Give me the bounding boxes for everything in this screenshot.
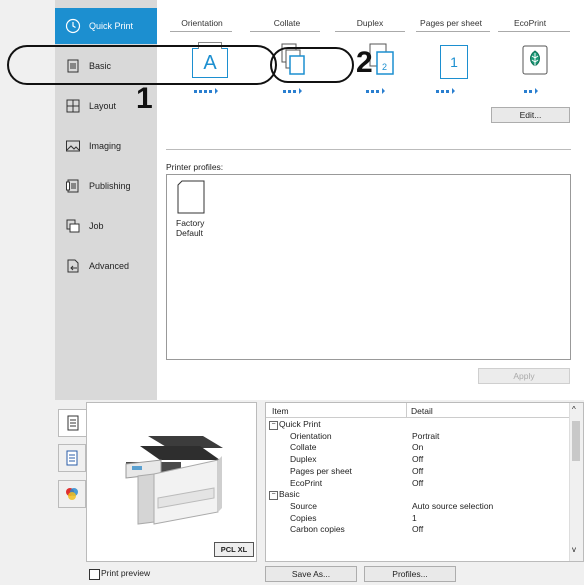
- column-header-item: Item: [272, 406, 289, 416]
- scrollbar-thumb[interactable]: [572, 421, 580, 461]
- row-item: Carbon copies: [290, 524, 345, 535]
- sidebar-item-advanced[interactable]: Advanced: [55, 248, 157, 284]
- pcl-xl-badge: PCL XL: [214, 542, 254, 557]
- settings-summary-table: Item Detail ^ v − Quick Print Orientation P…: [265, 402, 584, 562]
- printer-profiles-list: [166, 174, 571, 360]
- table-row: Pages per sheet Off: [266, 466, 571, 477]
- sidebar-item-job[interactable]: Job: [55, 208, 157, 244]
- row-item: Duplex: [290, 454, 317, 465]
- sidebar-item-label: Advanced: [89, 261, 130, 271]
- divider: [498, 31, 570, 32]
- color-icon: [66, 488, 78, 500]
- sidebar-item-label: Publishing: [89, 181, 131, 191]
- divider: [416, 31, 490, 32]
- row-item: Orientation: [290, 430, 332, 441]
- pages-per-sheet-icon[interactable]: 1: [440, 45, 468, 79]
- row-detail: Off: [412, 465, 424, 476]
- ecoprint-leaf-icon[interactable]: [520, 44, 550, 76]
- annotation-callout-collate: [270, 47, 354, 83]
- annotation-number-two: 2: [356, 46, 373, 79]
- print-preview-checkbox[interactable]: [89, 569, 100, 580]
- job-icon: [65, 218, 81, 234]
- pages-per-sheet-options-indicator: [436, 88, 455, 94]
- sidebar-item-label: Quick Print: [89, 21, 134, 31]
- profile-label: Factory Default: [176, 218, 205, 238]
- scroll-up-icon[interactable]: ^: [572, 405, 576, 414]
- table-row: Collate On: [266, 442, 571, 453]
- clock-icon: [65, 18, 81, 34]
- tab-color-preview[interactable]: [58, 480, 86, 508]
- table-row: Orientation Portrait: [266, 431, 571, 442]
- apply-button[interactable]: Apply: [478, 368, 570, 384]
- table-row: EcoPrint Off: [266, 478, 571, 489]
- pages-per-sheet-header: Pages per sheet: [420, 18, 482, 28]
- collapse-icon[interactable]: −: [269, 491, 278, 501]
- duplex-badge: 2: [382, 62, 388, 72]
- row-detail: Auto source selection: [412, 500, 494, 511]
- duplex-options-indicator: [366, 88, 385, 94]
- row-detail: Off: [412, 454, 424, 465]
- image-icon: [65, 138, 81, 154]
- sidebar-item-imaging[interactable]: Imaging: [55, 128, 157, 164]
- table-row: Copies 1: [266, 513, 571, 524]
- row-item: Quick Print: [279, 419, 321, 429]
- collapse-icon[interactable]: −: [269, 421, 278, 430]
- table-row: Duplex Off: [266, 454, 571, 465]
- row-detail: Off: [412, 477, 424, 488]
- orientation-options-indicator: [194, 88, 218, 94]
- row-item: Copies: [290, 512, 317, 523]
- duplex-header: Duplex: [356, 18, 384, 28]
- sidebar-item-publishing[interactable]: Publishing: [55, 168, 157, 204]
- document-lines-icon: [66, 450, 78, 466]
- collate-options-indicator: [283, 88, 302, 94]
- ecoprint-header: EcoPrint: [513, 18, 547, 28]
- column-header-detail: Detail: [411, 406, 433, 416]
- sidebar-item-label: Imaging: [89, 141, 122, 151]
- row-item: Basic: [279, 489, 300, 500]
- sidebar-item-label: Job: [89, 221, 104, 231]
- ecoprint-options-indicator: [524, 88, 538, 94]
- row-item: Pages per sheet: [290, 465, 352, 476]
- printer-image: [118, 426, 230, 526]
- annotation-number-one: 1: [136, 82, 153, 115]
- row-detail: Portrait: [412, 430, 440, 441]
- pages-per-sheet-glyph: 1: [450, 54, 458, 70]
- printer-icon: [67, 415, 78, 431]
- save-as-button[interactable]: Save As...: [265, 566, 357, 582]
- divider: [250, 31, 320, 32]
- edit-button[interactable]: Edit...: [491, 107, 570, 123]
- printer-profiles-label: Printer profiles:: [166, 162, 224, 172]
- divider: [170, 31, 232, 32]
- table-row: Source Auto source selection: [266, 501, 571, 512]
- divider: [335, 31, 405, 32]
- sidebar-item-label: Layout: [89, 101, 117, 111]
- column-divider: [406, 403, 407, 417]
- publishing-icon: [65, 178, 81, 194]
- row-item: EcoPrint: [290, 477, 323, 488]
- vertical-scrollbar[interactable]: ^ v: [569, 403, 583, 561]
- sidebar-item-quick-print[interactable]: Quick Print: [55, 8, 157, 44]
- table-row: − Quick Print: [266, 419, 571, 430]
- separator: [166, 149, 571, 150]
- tab-document-preview[interactable]: [58, 444, 86, 472]
- tab-settings-summary[interactable]: [58, 409, 86, 437]
- collate-header: Collate: [273, 18, 301, 28]
- row-item: Collate: [290, 442, 317, 453]
- profiles-button[interactable]: Profiles...: [364, 566, 456, 582]
- layout-grid-icon: [65, 98, 81, 114]
- row-detail: 1: [412, 512, 417, 523]
- profile-factory-default[interactable]: [177, 180, 205, 214]
- annotation-callout-basic: [7, 45, 277, 85]
- advanced-icon: [65, 258, 81, 274]
- row-item: Source: [290, 500, 317, 511]
- orientation-header: Orientation: [181, 18, 223, 28]
- scroll-down-icon[interactable]: v: [572, 545, 576, 554]
- row-detail: On: [412, 442, 424, 453]
- row-detail: Off: [412, 524, 424, 535]
- print-preview-label: Print preview: [101, 568, 151, 578]
- table-row: − Basic: [266, 489, 571, 501]
- table-row: Carbon copies Off: [266, 524, 571, 535]
